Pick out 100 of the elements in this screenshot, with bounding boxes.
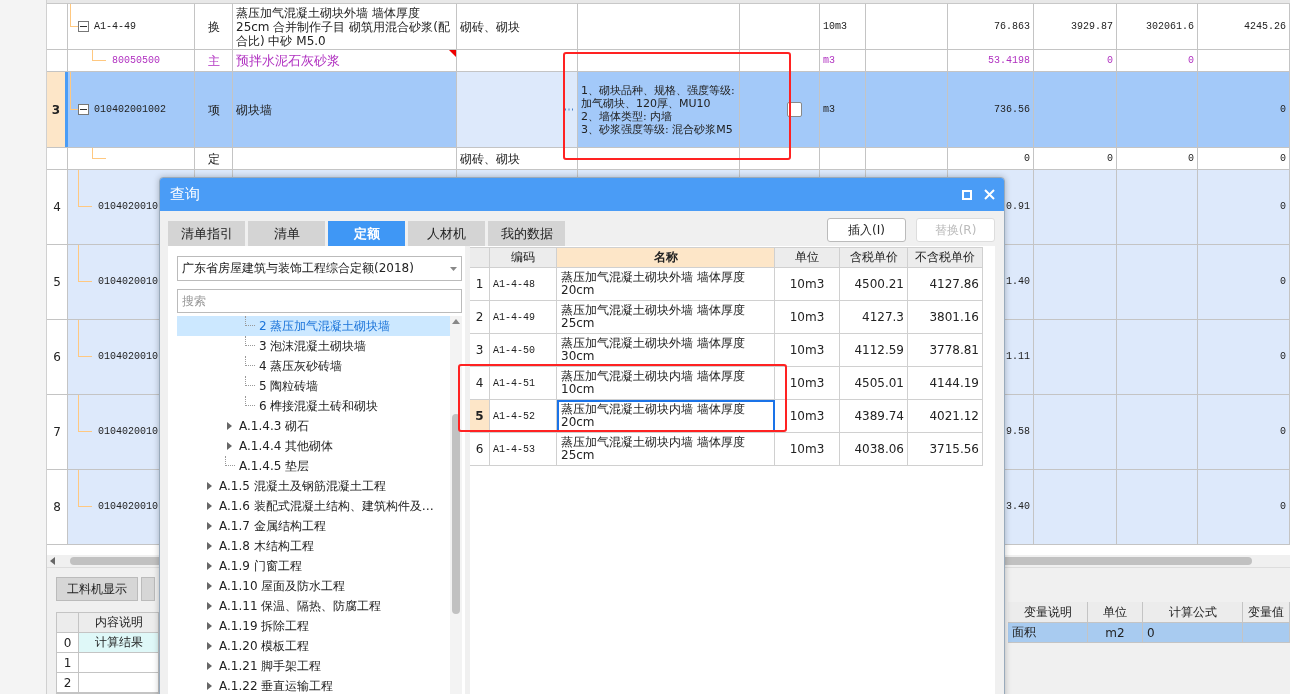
expand-arrow-icon[interactable] bbox=[207, 522, 212, 530]
item-code: 0104020010 bbox=[98, 500, 158, 514]
table-cell: 0 bbox=[1280, 102, 1286, 117]
table-cell: 计算结果 bbox=[79, 633, 159, 652]
table-cell: 0 bbox=[1143, 623, 1243, 642]
expand-arrow-icon[interactable] bbox=[207, 602, 212, 610]
row-number: 5 bbox=[470, 400, 490, 432]
table-cell: 换 bbox=[207, 19, 220, 34]
column-header: 单位 bbox=[1088, 602, 1143, 622]
scroll-up-arrow-icon[interactable] bbox=[452, 319, 460, 324]
table-cell: 0 bbox=[1280, 275, 1286, 289]
expand-arrow-icon[interactable] bbox=[227, 422, 232, 430]
expand-arrow-icon[interactable] bbox=[207, 662, 212, 670]
expand-arrow-icon[interactable] bbox=[227, 442, 232, 450]
table-cell: 4500.21 bbox=[840, 268, 908, 300]
expand-arrow-icon[interactable] bbox=[207, 482, 212, 490]
expand-arrow-icon[interactable] bbox=[207, 502, 212, 510]
table-cell: 4245.26 bbox=[1244, 19, 1286, 34]
item-code: 010402001002 bbox=[94, 102, 166, 117]
column-header[interactable]: 不含税单价 bbox=[908, 248, 983, 267]
table-cell: 0 bbox=[1280, 200, 1286, 214]
expand-arrow-icon[interactable] bbox=[207, 682, 212, 690]
expand-arrow-icon[interactable] bbox=[207, 542, 212, 550]
tab[interactable]: 清单 bbox=[248, 221, 325, 246]
row-number: 8 bbox=[53, 500, 61, 514]
table-cell: 76.863 bbox=[994, 19, 1030, 34]
tree-item[interactable]: A.1.7 金属结构工程 bbox=[219, 517, 326, 535]
row-number: 6 bbox=[470, 433, 490, 465]
table-cell: 项 bbox=[207, 102, 220, 117]
table-cell: 1.40 bbox=[1006, 275, 1030, 289]
table-cell: 3801.16 bbox=[908, 301, 983, 333]
insert-button[interactable]: 插入(I) bbox=[827, 218, 906, 242]
tree-item[interactable]: A.1.11 保温、隔热、防腐工程 bbox=[219, 597, 382, 615]
tree-item[interactable]: A.1.6 装配式混凝土结构、建筑构件及… bbox=[219, 497, 434, 515]
expand-arrow-icon[interactable] bbox=[207, 562, 212, 570]
row-number: 2 bbox=[470, 301, 490, 333]
collapse-toggle[interactable] bbox=[78, 104, 89, 115]
table-cell: 定 bbox=[207, 151, 220, 166]
vertical-scrollbar[interactable] bbox=[450, 316, 462, 694]
column-header[interactable]: 单位 bbox=[775, 248, 840, 267]
table-cell: 主 bbox=[207, 53, 220, 68]
tree-item[interactable]: 6 榫接混凝土砖和砌块 bbox=[259, 397, 379, 415]
tree-item[interactable]: 5 陶粒砖墙 bbox=[259, 377, 319, 395]
table-cell: 3.40 bbox=[1006, 500, 1030, 514]
table-cell: 4112.59 bbox=[840, 334, 908, 366]
table-cell: 10m3 bbox=[775, 433, 840, 465]
table-cell: 4127.3 bbox=[840, 301, 908, 333]
tree-item[interactable]: A.1.4.5 垫层 bbox=[239, 457, 310, 475]
expand-arrow-icon[interactable] bbox=[207, 642, 212, 650]
tree-item[interactable]: 3 泡沫混凝土砌块墙 bbox=[259, 337, 367, 355]
table-cell: 4127.86 bbox=[908, 268, 983, 300]
tree-item[interactable]: A.1.4.4 其他砌体 bbox=[239, 437, 334, 455]
dialog-title: 查询 bbox=[170, 185, 201, 204]
expand-arrow-icon[interactable] bbox=[207, 582, 212, 590]
table-cell: A1-4-50 bbox=[490, 334, 557, 366]
tree-item[interactable]: A.1.9 门窗工程 bbox=[219, 557, 302, 575]
search-field[interactable]: 搜索 bbox=[177, 289, 462, 313]
table-cell: A1-4-53 bbox=[490, 433, 557, 465]
table-cell: 0.91 bbox=[1006, 200, 1030, 214]
column-header: 变量说明 bbox=[1008, 602, 1088, 622]
tab[interactable]: 人材机 bbox=[408, 221, 485, 246]
tree-item[interactable]: 4 蒸压灰砂砖墙 bbox=[259, 357, 343, 375]
tree-item[interactable]: A.1.10 屋面及防水工程 bbox=[219, 577, 346, 595]
expand-arrow-icon[interactable] bbox=[207, 622, 212, 630]
table-cell: 10m3 bbox=[775, 367, 840, 399]
table-cell: 302061.6 bbox=[1146, 19, 1194, 34]
caret-icon[interactable] bbox=[450, 266, 457, 271]
table-cell: A1-4-48 bbox=[490, 268, 557, 300]
item-code: 80050500 bbox=[112, 53, 160, 68]
tree-item[interactable]: A.1.22 垂直运输工程 bbox=[219, 677, 334, 694]
library-dropdown[interactable]: 广东省房屋建筑与装饰工程综合定额(2018) bbox=[177, 256, 462, 281]
item-code: 0104020010 bbox=[98, 425, 158, 439]
row-number: 4 bbox=[53, 200, 61, 214]
table-cell: 10m3 bbox=[775, 400, 840, 432]
column-header[interactable]: 含税单价 bbox=[840, 248, 908, 267]
table-cell: 蒸压加气混凝土砌块外墙 墙体厚度 25cm bbox=[557, 301, 775, 333]
scroll-left-arrow-icon[interactable] bbox=[50, 557, 56, 565]
tree-item[interactable]: A.1.8 木结构工程 bbox=[219, 537, 314, 555]
table-cell: 蒸压加气混凝土砌块内墙 墙体厚度 10cm bbox=[557, 367, 775, 399]
maximize-button[interactable] bbox=[962, 189, 972, 200]
tab[interactable]: 我的数据 bbox=[488, 221, 565, 246]
panel-tab[interactable]: 工料机显示 bbox=[56, 577, 138, 601]
table-cell: 4389.74 bbox=[840, 400, 908, 432]
tree-item[interactable]: A.1.21 脚手架工程 bbox=[219, 657, 322, 675]
more-icon[interactable] bbox=[564, 108, 574, 111]
table-cell: m3 bbox=[823, 102, 835, 117]
table-cell: 736.56 bbox=[994, 102, 1030, 117]
table-cell: A1-4-51 bbox=[490, 367, 557, 399]
collapse-toggle[interactable] bbox=[78, 21, 89, 32]
tree-item[interactable]: A.1.5 混凝土及钢筋混凝土工程 bbox=[219, 477, 386, 495]
column-header[interactable]: 名称 bbox=[557, 248, 775, 267]
table-cell: 1.11 bbox=[1006, 350, 1030, 364]
tree-item[interactable]: A.1.4.3 砌石 bbox=[239, 417, 310, 435]
close-button[interactable] bbox=[984, 189, 995, 200]
tree-item[interactable]: A.1.19 拆除工程 bbox=[219, 617, 310, 635]
row-number: 6 bbox=[53, 350, 61, 364]
tree-item[interactable]: A.1.20 模板工程 bbox=[219, 637, 310, 655]
table-cell: 0 bbox=[1107, 151, 1113, 166]
tab[interactable]: 清单指引 bbox=[168, 221, 245, 246]
table-cell: 10m3 bbox=[775, 301, 840, 333]
